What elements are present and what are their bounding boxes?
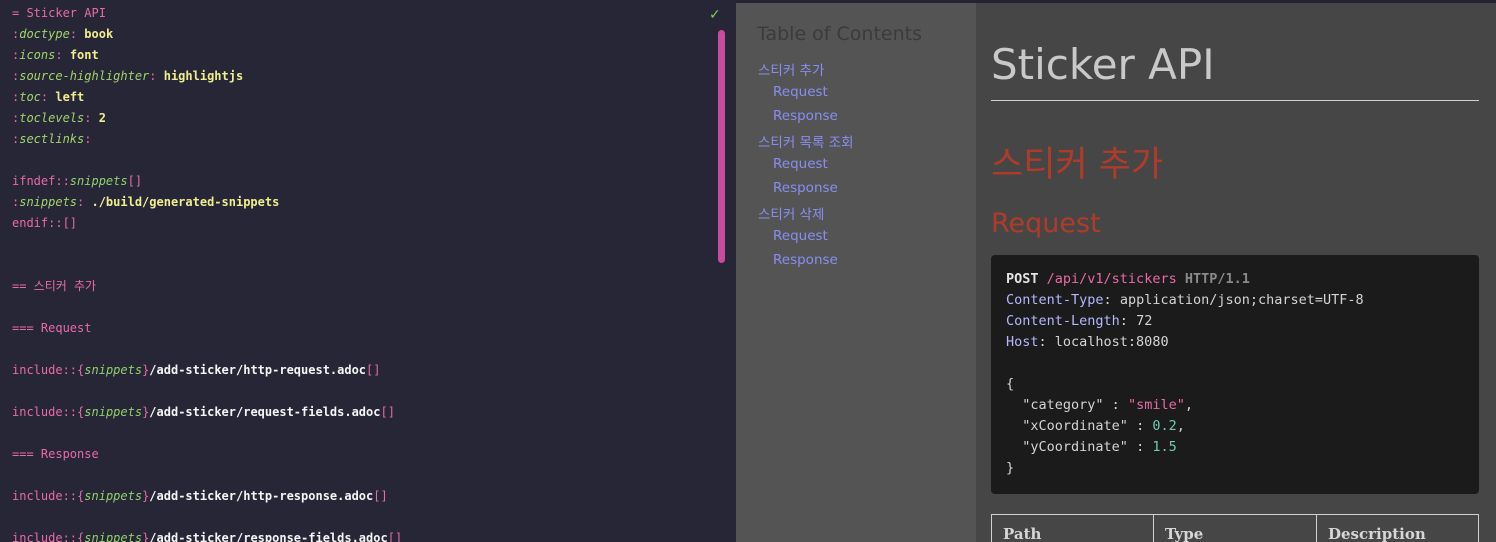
code-line-attr[interactable]: :source-highlighter: highlightjs <box>12 66 243 87</box>
editor-scrollbar[interactable] <box>718 30 725 263</box>
json-open-brace: { <box>1006 376 1015 392</box>
header-line: Content-Type: application/json;charset=U… <box>1006 292 1364 308</box>
request-fields-table: Path Type Description <box>991 514 1479 542</box>
rendered-document: Sticker API 스티커 추가 Request POST /api/v1/… <box>976 3 1496 542</box>
table-header-description: Description <box>1328 525 1426 542</box>
json-body-line: "xCoordinate" : 0.2, <box>1022 418 1185 434</box>
page-title: Sticker API <box>991 40 1215 89</box>
code-line-include[interactable]: include::{snippets}/add-sticker/request-… <box>12 402 395 423</box>
code-line-attr[interactable]: :icons: font <box>12 45 99 66</box>
doc-title-source: = Sticker API <box>12 6 106 20</box>
table-of-contents: Table of Contents 스티커 추가 Request Respons… <box>736 3 976 542</box>
code-line-subsection-request[interactable]: === Request <box>12 318 91 339</box>
title-divider <box>991 100 1479 101</box>
code-line-attr[interactable]: :toclevels: 2 <box>12 108 106 129</box>
code-line-title[interactable]: = Sticker API <box>12 3 106 24</box>
code-line-endif[interactable]: endif::[] <box>12 213 77 234</box>
code-line-include[interactable]: include::{snippets}/add-sticker/response… <box>12 528 402 542</box>
toc-item-add-sticker[interactable]: 스티커 추가 <box>758 59 824 79</box>
table-header-type: Type <box>1154 515 1317 542</box>
code-line-subsection-response[interactable]: === Response <box>12 444 99 465</box>
toc-item-request[interactable]: Request <box>773 228 828 244</box>
code-line-attr[interactable]: :sectlinks: <box>12 129 92 150</box>
header-line: Host: localhost:8080 <box>1006 334 1169 350</box>
toc-item-request[interactable]: Request <box>773 156 828 172</box>
section-heading: 스티커 추가 <box>991 145 1164 185</box>
header-line: Content-Length: 72 <box>1006 313 1153 329</box>
toc-title: Table of Contents <box>757 23 922 45</box>
toc-item-response[interactable]: Response <box>773 180 838 196</box>
subsection-heading: Request <box>991 208 1101 239</box>
toc-item-list-stickers[interactable]: 스티커 목록 조회 <box>758 131 854 151</box>
json-close-brace: } <box>1006 460 1015 476</box>
json-body-line: "category" : "smile", <box>1022 397 1193 413</box>
http-request-code-block: POST /api/v1/stickers HTTP/1.1 Content-T… <box>991 255 1479 494</box>
table-header-path: Path <box>992 515 1154 542</box>
code-line-attr[interactable]: :toc: left <box>12 87 84 108</box>
toc-item-request[interactable]: Request <box>773 84 828 100</box>
asciidoc-editor[interactable]: = Sticker API :doctype: book :icons: fon… <box>0 0 736 542</box>
code-line-ifndef[interactable]: ifndef::snippets[] <box>12 171 142 192</box>
check-icon: ✓ <box>709 7 721 23</box>
code-line-snippets-attr[interactable]: :snippets: ./build/generated-snippets <box>12 192 279 213</box>
code-line-attr[interactable]: :doctype: book <box>12 24 113 45</box>
toc-item-response[interactable]: Response <box>773 252 838 268</box>
json-body-line: "yCoordinate" : 1.5 <box>1022 439 1177 455</box>
code-line-section[interactable]: == 스티커 추가 <box>12 276 96 297</box>
code-line-include[interactable]: include::{snippets}/add-sticker/http-res… <box>12 486 388 507</box>
toc-item-response[interactable]: Response <box>773 108 838 124</box>
request-line: POST /api/v1/stickers HTTP/1.1 <box>1006 271 1250 287</box>
toc-item-delete-sticker[interactable]: 스티커 삭제 <box>758 203 824 223</box>
code-line-include[interactable]: include::{snippets}/add-sticker/http-req… <box>12 360 381 381</box>
